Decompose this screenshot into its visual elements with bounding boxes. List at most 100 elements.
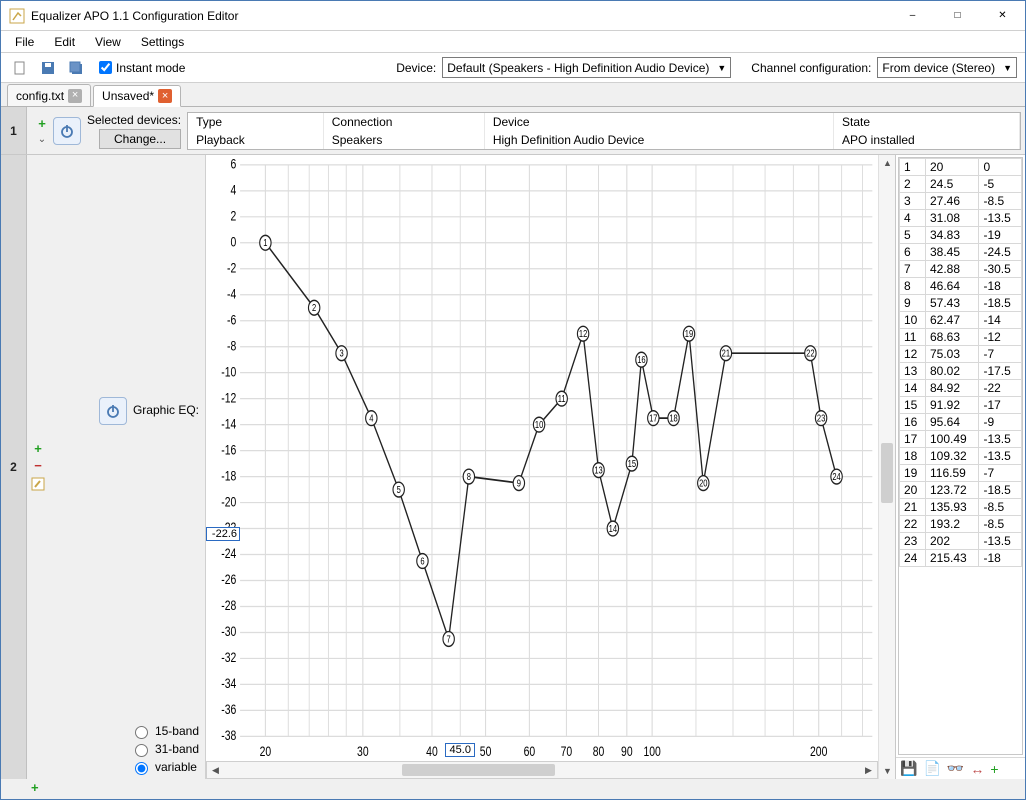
table-row[interactable]: 431.08-13.5: [900, 210, 1022, 227]
table-row[interactable]: 18109.32-13.5: [900, 448, 1022, 465]
instant-mode-checkbox[interactable]: Instant mode: [99, 61, 185, 75]
table-row[interactable]: 957.43-18.5: [900, 295, 1022, 312]
svg-text:3: 3: [339, 348, 343, 359]
window-title: Equalizer APO 1.1 Configuration Editor: [31, 9, 890, 23]
svg-text:0: 0: [230, 234, 236, 250]
svg-text:16: 16: [637, 354, 646, 365]
eq-chart[interactable]: 6420-2-4-6-8-10-12-14-16-18-20-22-24-26-…: [206, 155, 878, 761]
table-row[interactable]: 1200: [900, 159, 1022, 176]
y-value-input[interactable]: [206, 527, 240, 541]
toolbar: Instant mode Device: Default (Speakers -…: [1, 53, 1025, 83]
table-row[interactable]: 742.88-30.5: [900, 261, 1022, 278]
graphic-eq-label: Graphic EQ:: [133, 403, 199, 417]
add-row-icon[interactable]: +: [31, 780, 39, 795]
table-row[interactable]: 22193.2-8.5: [900, 516, 1022, 533]
scroll-left-icon[interactable]: ◀: [207, 762, 224, 778]
instant-mode-input[interactable]: [99, 61, 112, 74]
svg-text:80: 80: [593, 744, 605, 760]
table-row[interactable]: 1275.03-7: [900, 346, 1022, 363]
save-points-icon[interactable]: 💾: [900, 760, 917, 777]
col-state: State: [834, 113, 1020, 131]
radio-15-band[interactable]: 15-band: [130, 723, 199, 739]
edit-icon[interactable]: [30, 476, 46, 492]
table-row[interactable]: 24215.43-18: [900, 550, 1022, 567]
maximize-button[interactable]: □: [935, 1, 980, 30]
close-button[interactable]: ✕: [980, 1, 1025, 30]
scroll-thumb[interactable]: [402, 764, 555, 776]
tab-close-icon[interactable]: ×: [158, 89, 172, 103]
reset-icon[interactable]: ↔: [970, 761, 984, 777]
svg-text:-16: -16: [221, 442, 236, 458]
table-row[interactable]: 1695.64-9: [900, 414, 1022, 431]
chart-h-scrollbar[interactable]: ◀ ▶: [206, 761, 878, 779]
save-all-icon[interactable]: [65, 57, 87, 79]
eq-points-table[interactable]: 1200224.5-5327.46-8.5431.08-13.5534.83-1…: [898, 157, 1023, 755]
chevron-down-icon: ▼: [717, 63, 726, 73]
svg-text:-24: -24: [221, 546, 236, 562]
scroll-down-icon[interactable]: ▼: [879, 763, 896, 779]
scroll-right-icon[interactable]: ▶: [860, 762, 877, 778]
table-row[interactable]: 1484.92-22: [900, 380, 1022, 397]
menu-view[interactable]: View: [85, 33, 131, 51]
x-value-input[interactable]: [445, 743, 475, 757]
save-icon[interactable]: [37, 57, 59, 79]
svg-text:-18: -18: [221, 468, 236, 484]
svg-text:30: 30: [357, 744, 369, 760]
new-file-icon[interactable]: [9, 57, 31, 79]
eq-power-button[interactable]: [99, 397, 127, 425]
cell-state: APO installed: [834, 131, 1020, 149]
menu-file[interactable]: File: [5, 33, 44, 51]
power-button[interactable]: [53, 117, 81, 145]
eyeglasses-icon[interactable]: 👓: [947, 760, 964, 777]
add-above-icon[interactable]: +: [38, 117, 46, 130]
table-row[interactable]: 327.46-8.5: [900, 193, 1022, 210]
chart-v-scrollbar[interactable]: ▲ ▼: [878, 155, 895, 779]
table-row[interactable]: 19116.59-7: [900, 465, 1022, 482]
svg-text:-2: -2: [227, 260, 236, 276]
svg-text:5: 5: [397, 484, 401, 495]
instant-mode-label: Instant mode: [116, 61, 185, 75]
svg-text:15: 15: [628, 458, 637, 469]
menu-settings[interactable]: Settings: [131, 33, 194, 51]
device-label: Device:: [396, 61, 436, 75]
menu-edit[interactable]: Edit: [44, 33, 85, 51]
table-row[interactable]: 23202-13.5: [900, 533, 1022, 550]
svg-text:-38: -38: [221, 728, 236, 744]
table-row[interactable]: 638.45-24.5: [900, 244, 1022, 261]
import-icon[interactable]: 📄: [923, 760, 940, 777]
table-row[interactable]: 846.64-18: [900, 278, 1022, 295]
svg-text:10: 10: [535, 419, 544, 430]
radio-31-band[interactable]: 31-band: [130, 741, 199, 757]
svg-text:12: 12: [579, 328, 588, 339]
svg-text:-8: -8: [227, 338, 236, 354]
table-row[interactable]: 21135.93-8.5: [900, 499, 1022, 516]
svg-text:70: 70: [561, 744, 573, 760]
table-row[interactable]: 20123.72-18.5: [900, 482, 1022, 499]
table-row[interactable]: 534.83-19: [900, 227, 1022, 244]
minimize-button[interactable]: –: [890, 1, 935, 30]
channel-config-combo[interactable]: From device (Stereo) ▼: [877, 57, 1017, 78]
table-row[interactable]: 1591.92-17: [900, 397, 1022, 414]
scroll-thumb[interactable]: [881, 443, 893, 502]
table-row[interactable]: 224.5-5: [900, 176, 1022, 193]
cell-type: Playback: [188, 131, 323, 149]
radio-variable[interactable]: variable: [130, 759, 199, 775]
tab-close-icon[interactable]: ×: [68, 89, 82, 103]
col-device: Device: [484, 113, 833, 131]
table-row[interactable]: 1168.63-12: [900, 329, 1022, 346]
svg-text:50: 50: [480, 744, 492, 760]
add-filter-icon[interactable]: +: [34, 442, 42, 455]
table-row[interactable]: 17100.49-13.5: [900, 431, 1022, 448]
tab-config[interactable]: config.txt ×: [7, 84, 91, 106]
tab-config-label: config.txt: [16, 89, 64, 103]
tab-unsaved[interactable]: Unsaved* ×: [93, 85, 181, 107]
add-point-icon[interactable]: +: [990, 761, 998, 777]
remove-filter-icon[interactable]: −: [34, 459, 42, 472]
table-row[interactable]: 1380.02-17.5: [900, 363, 1022, 380]
chevron-down-icon[interactable]: ⌄: [38, 134, 46, 145]
device-combo[interactable]: Default (Speakers - High Definition Audi…: [442, 57, 731, 78]
table-row[interactable]: 1062.47-14: [900, 312, 1022, 329]
change-devices-button[interactable]: Change...: [99, 129, 181, 149]
scroll-up-icon[interactable]: ▲: [879, 155, 896, 171]
svg-text:4: 4: [369, 413, 373, 424]
